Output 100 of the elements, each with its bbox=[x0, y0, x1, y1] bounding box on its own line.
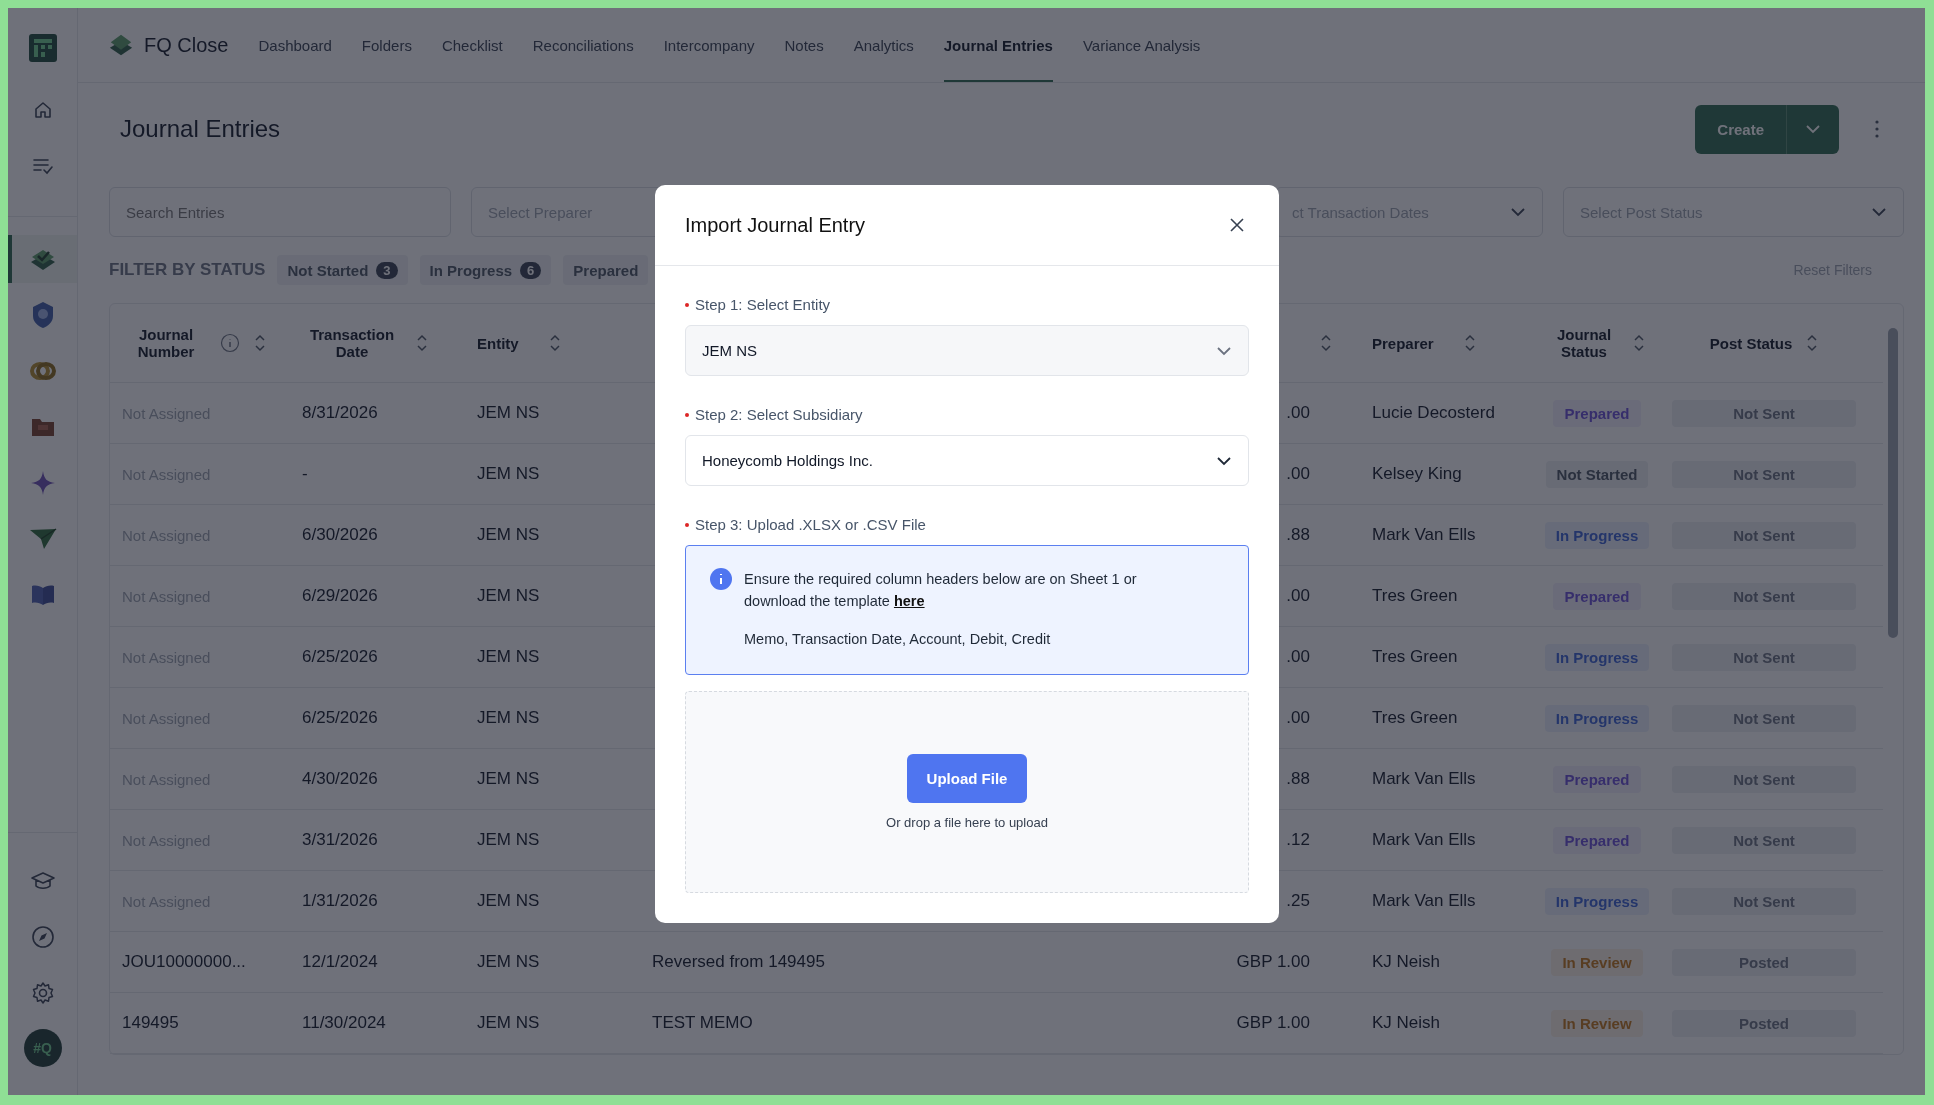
transaction-date: 12/1/2024 bbox=[302, 952, 378, 972]
journal-status-badge: In Progress bbox=[1544, 643, 1650, 671]
entity-name: JEM NS bbox=[477, 525, 540, 545]
paper-plane-icon bbox=[28, 527, 57, 551]
sort-icon[interactable] bbox=[1463, 333, 1476, 353]
entity-name: JEM NS bbox=[477, 830, 540, 850]
transaction-date: 6/25/2026 bbox=[302, 708, 378, 728]
transaction-date: 3/31/2026 bbox=[302, 830, 378, 850]
entity-name: JEM NS bbox=[477, 891, 540, 911]
transaction-date: 6/25/2026 bbox=[302, 647, 378, 667]
journal-status-badge: Not Started bbox=[1545, 460, 1649, 488]
memo-text: Reversed from 149495 bbox=[652, 952, 825, 972]
amount-text: GBP 1.00 bbox=[1236, 952, 1310, 972]
preparer-name: Tres Green bbox=[1372, 708, 1458, 728]
sort-icon[interactable] bbox=[416, 333, 428, 353]
journal-status-badge: Prepared bbox=[1553, 399, 1641, 427]
column-header: Journal Number bbox=[136, 326, 196, 360]
journal-number: JOU10000000... bbox=[122, 952, 246, 972]
template-link[interactable]: here bbox=[893, 593, 925, 609]
column-header: Transaction Date bbox=[308, 326, 396, 360]
info-icon bbox=[220, 333, 240, 353]
sort-icon[interactable] bbox=[1633, 333, 1645, 353]
step-label: Step 1: Select Entity bbox=[695, 296, 831, 313]
sort-icon[interactable] bbox=[254, 333, 266, 353]
transaction-date: 6/30/2026 bbox=[302, 525, 378, 545]
amount-text: .00 bbox=[1286, 586, 1310, 606]
preparer-name: Kelsey King bbox=[1372, 464, 1462, 484]
preparer-name: Lucie Decosterd bbox=[1372, 403, 1495, 423]
folder-icon bbox=[29, 416, 56, 438]
required-columns-text: Memo, Transaction Date, Account, Debit, Credit bbox=[744, 630, 1052, 649]
chevron-down-icon bbox=[1216, 455, 1232, 466]
nav-tab[interactable]: Dashboard bbox=[258, 8, 332, 82]
preparer-name: Mark Van Ells bbox=[1372, 830, 1476, 850]
status-chip[interactable]: Not Started 3 bbox=[277, 255, 408, 285]
amount-text: .88 bbox=[1286, 769, 1310, 789]
transaction-date: - bbox=[302, 464, 308, 484]
preparer-name: KJ Neish bbox=[1372, 952, 1441, 972]
preparer-name: Tres Green bbox=[1372, 647, 1458, 667]
amount-text: GBP 1.00 bbox=[1236, 1013, 1310, 1033]
nav-tab[interactable]: Reconciliations bbox=[532, 8, 634, 82]
status-chip[interactable]: In Progress 6 bbox=[419, 255, 552, 285]
chevron-down-icon bbox=[1510, 207, 1526, 217]
sort-icon[interactable] bbox=[548, 333, 561, 353]
transaction-date: 4/30/2026 bbox=[302, 769, 378, 789]
sidebar-item[interactable] bbox=[8, 235, 77, 283]
chevron-down-icon bbox=[1871, 207, 1887, 217]
entity-name: JEM NS bbox=[477, 647, 540, 667]
amount-text: .00 bbox=[1286, 464, 1310, 484]
list-check-icon bbox=[31, 157, 54, 175]
nav-tab[interactable]: Checklist bbox=[441, 8, 503, 82]
journal-status-badge: In Review bbox=[1551, 1009, 1643, 1037]
more-options-icon[interactable] bbox=[1874, 119, 1880, 139]
preparer-name: KJ Neish bbox=[1372, 1013, 1441, 1033]
drop-hint: Or drop a file here to upload bbox=[886, 815, 1048, 830]
home-icon bbox=[32, 100, 53, 120]
book-icon bbox=[29, 583, 56, 607]
nav-tab[interactable]: Variance Analysis bbox=[1082, 8, 1201, 82]
journal-status-badge: Prepared bbox=[1553, 582, 1641, 610]
nav-tab[interactable]: Intercompany bbox=[663, 8, 755, 82]
sort-icon[interactable] bbox=[1320, 333, 1332, 353]
memo-text: TEST MEMO bbox=[652, 1013, 753, 1033]
amount-text: .88 bbox=[1286, 525, 1310, 545]
filter-label: FILTER BY STATUS bbox=[109, 260, 266, 280]
app-logo-icon bbox=[108, 32, 134, 58]
logo-icon[interactable] bbox=[28, 34, 57, 62]
dialog-title: Import Journal Entry bbox=[685, 213, 866, 237]
graduation-cap-icon bbox=[29, 870, 56, 892]
preparer-name: Tres Green bbox=[1372, 586, 1458, 606]
preparer-name: Mark Van Ells bbox=[1372, 525, 1476, 545]
entity-name: JEM NS bbox=[477, 708, 540, 728]
nav-tab[interactable]: Notes bbox=[784, 8, 824, 82]
status-chip[interactable]: Prepared bbox=[563, 255, 649, 285]
info-icon bbox=[710, 568, 732, 590]
step-label: Step 3: Upload .XLSX or .CSV File bbox=[695, 516, 926, 533]
column-header: Journal Status bbox=[1555, 326, 1613, 360]
chevron-down-icon bbox=[1216, 345, 1232, 356]
nav-tab[interactable]: Analytics bbox=[853, 8, 914, 82]
upload-file-button[interactable]: Upload File bbox=[907, 754, 1027, 803]
page-title: Journal Entries bbox=[120, 115, 282, 143]
preparer-name: Mark Van Ells bbox=[1372, 769, 1476, 789]
drop-zone[interactable]: Upload File Or drop a file here to upload bbox=[685, 691, 1249, 893]
entity-name: JEM NS bbox=[477, 769, 540, 789]
entity-name: JEM NS bbox=[477, 586, 540, 606]
close-icon bbox=[1229, 217, 1245, 233]
nav-tab[interactable]: Folders bbox=[361, 8, 412, 82]
journal-status-badge: In Progress bbox=[1544, 704, 1650, 732]
transaction-date: 8/31/2026 bbox=[302, 403, 378, 423]
amount-text: .00 bbox=[1286, 647, 1310, 667]
journal-status-badge: Prepared bbox=[1553, 765, 1641, 793]
journal-status-badge: In Review bbox=[1551, 948, 1643, 976]
transaction-date: 1/31/2026 bbox=[302, 891, 378, 911]
nav-tab[interactable]: Journal Entries bbox=[943, 8, 1053, 82]
step-select[interactable]: Honeycomb Holdings Inc. bbox=[685, 435, 1249, 486]
sort-icon[interactable] bbox=[1806, 333, 1819, 353]
create-button[interactable]: Create bbox=[1695, 104, 1787, 154]
entity-name: JEM NS bbox=[477, 464, 540, 484]
column-header: Preparer bbox=[1372, 334, 1434, 352]
journal-status-badge: In Progress bbox=[1544, 887, 1650, 915]
journal-number: 149495 bbox=[122, 1013, 179, 1033]
app-name: FQ Close bbox=[144, 33, 229, 57]
